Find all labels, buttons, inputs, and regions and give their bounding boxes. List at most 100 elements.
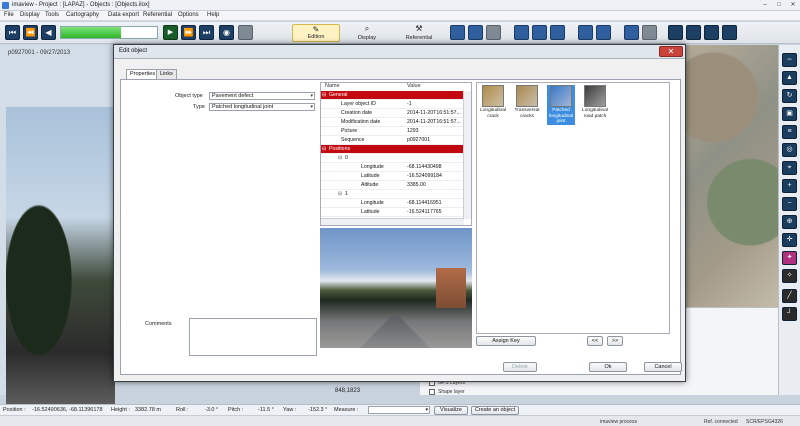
grid-tool-4-icon[interactable] <box>722 25 737 40</box>
menu-data-export[interactable]: Data export <box>108 12 139 18</box>
grid-property-row[interactable]: ⊟ 0 <box>321 154 464 163</box>
measure-select[interactable]: ▾ <box>368 406 430 414</box>
draw-corner-icon[interactable]: ┘ <box>782 307 797 321</box>
grid-section-row[interactable]: ⊟ Positions <box>321 145 464 154</box>
grid-tool-2-icon[interactable] <box>686 25 701 40</box>
collapse-icon[interactable]: ⊟ <box>338 154 342 163</box>
menu-file[interactable]: File <box>4 12 14 18</box>
grid-section-row[interactable]: ⊟ General <box>321 91 464 100</box>
object-street-photo[interactable] <box>320 228 472 348</box>
rotate-icon[interactable]: ↻ <box>782 89 797 103</box>
first-picture-icon[interactable]: ⏮ <box>5 25 20 40</box>
grid-property-row[interactable]: Latitude -16.524117765 <box>321 208 464 217</box>
magnifier-icon: ⌕ <box>364 24 370 33</box>
minimize-button[interactable]: – <box>758 1 772 9</box>
grid-property-row[interactable]: Picture 1293 <box>321 127 464 136</box>
visualize-button[interactable]: Visualize <box>434 406 468 415</box>
view-layout-2-icon[interactable] <box>532 25 547 40</box>
cancel-button[interactable]: Cancel <box>644 362 682 372</box>
poi-icon[interactable]: ✦ <box>782 251 797 265</box>
collapse-icon[interactable]: ⊟ <box>322 91 326 100</box>
zoom-out-icon[interactable]: − <box>782 197 797 211</box>
mode-edition[interactable]: ✎ Edition <box>292 24 340 42</box>
grid-tool-1-icon[interactable] <box>668 25 683 40</box>
mode-display[interactable]: ⌕ Display <box>345 24 389 42</box>
pan-icon[interactable]: ⇔ <box>782 53 797 67</box>
collapse-icon[interactable]: ⊟ <box>322 145 326 154</box>
vehicle-tool-icon[interactable] <box>468 25 483 40</box>
save-icon[interactable] <box>578 25 593 40</box>
catalog-item-longitudinal-road-patch[interactable]: Longitudinal road patch <box>581 85 609 119</box>
grid-property-row[interactable]: Latitude -16.524099184 <box>321 172 464 181</box>
camera-icon[interactable]: ◉ <box>219 25 234 40</box>
maximize-button[interactable]: □ <box>772 1 786 9</box>
zoom-in-icon[interactable]: + <box>782 179 797 193</box>
grid-vertical-scrollbar[interactable] <box>463 91 471 219</box>
catalog-item-patched-longitudinal-joint[interactable]: Patched longitudinal joint <box>547 85 575 125</box>
tab-links[interactable]: Links <box>156 69 177 79</box>
playback-progress-bar[interactable] <box>60 26 158 39</box>
measure-icon[interactable]: ⌖ <box>782 161 797 175</box>
street-photo-left[interactable] <box>6 107 115 422</box>
grid-property-row[interactable]: Layer object ID -1 <box>321 100 464 109</box>
mode-referential[interactable]: ⚒ Referential <box>394 24 444 42</box>
grid-property-row[interactable]: Sequence p0927001 <box>321 136 464 145</box>
grid-horizontal-scrollbar[interactable] <box>321 218 464 225</box>
grid-property-row[interactable]: Altitude 3385.00 <box>321 181 464 190</box>
previous-page-button[interactable]: << <box>587 336 603 346</box>
menu-options[interactable]: Options <box>178 12 199 18</box>
object-type-select[interactable]: Pavement defect ▾ <box>209 92 315 100</box>
search-icon[interactable] <box>238 25 253 40</box>
next-page-button[interactable]: >> <box>607 336 623 346</box>
create-object-button[interactable]: Create an object <box>471 406 519 415</box>
grid-property-row[interactable]: Longitude -68.114416951 <box>321 199 464 208</box>
grid-tool-3-icon[interactable] <box>704 25 719 40</box>
zoom-extent-icon[interactable]: ⊕ <box>782 215 797 229</box>
property-name: Creation date <box>341 110 373 116</box>
menu-cartography[interactable]: Cartography <box>66 12 99 18</box>
list-icon[interactable] <box>642 25 657 40</box>
type-value: Patched longitudinal joint <box>212 104 274 110</box>
grid-property-row[interactable]: ⊟ 1 <box>321 190 464 199</box>
menu-referential[interactable]: Referential <box>143 12 172 18</box>
menu-display[interactable]: Display <box>20 12 40 18</box>
compass-icon[interactable]: ✧ <box>782 269 797 283</box>
previous-picture-icon[interactable]: ◀ <box>41 25 56 40</box>
collapse-icon[interactable]: ⊟ <box>338 190 342 199</box>
rewind-icon[interactable]: ⏪ <box>23 25 38 40</box>
assign-key-button[interactable]: Assign Key <box>476 336 536 346</box>
locate-icon[interactable]: ◎ <box>782 143 797 157</box>
fast-forward-icon[interactable]: ⏩ <box>181 25 196 40</box>
property-value: -68.114416951 <box>407 200 442 206</box>
layer-icon[interactable]: ≡ <box>782 125 797 139</box>
catalog-item-longitudinal-crack[interactable]: Longitudinal crack <box>479 85 507 119</box>
target-icon[interactable]: ✛ <box>782 233 797 247</box>
shape-layer-checkbox[interactable] <box>429 389 435 395</box>
delete-button[interactable]: Delete <box>503 362 537 372</box>
grid-property-row[interactable]: Modification date 2014-11-20T16:51:57... <box>321 118 464 127</box>
menu-help[interactable]: Help <box>207 12 219 18</box>
export-icon[interactable] <box>596 25 611 40</box>
satellite-map[interactable] <box>686 45 778 307</box>
type-select[interactable]: Patched longitudinal joint ▾ <box>209 103 315 111</box>
catalog-item-transversal-cracks[interactable]: Transversal cracks <box>513 85 541 119</box>
last-picture-icon[interactable]: ⏭ <box>199 25 214 40</box>
add-tool-icon[interactable] <box>486 25 501 40</box>
dialog-close-button[interactable]: ✕ <box>659 46 683 57</box>
fit-icon[interactable]: ▣ <box>782 107 797 121</box>
position-label: Position : <box>3 407 26 413</box>
property-name: 0 <box>345 155 348 161</box>
view-layout-3-icon[interactable] <box>550 25 565 40</box>
layers-tool-icon[interactable] <box>450 25 465 40</box>
edit-object-icon[interactable] <box>624 25 639 40</box>
grid-property-row[interactable]: Longitude -68.114430498 <box>321 163 464 172</box>
comments-textarea[interactable] <box>189 318 317 356</box>
north-icon[interactable]: ▲ <box>782 71 797 85</box>
menu-tools[interactable]: Tools <box>45 12 59 18</box>
draw-line-icon[interactable]: ╱ <box>782 289 797 303</box>
view-layout-1-icon[interactable] <box>514 25 529 40</box>
play-icon[interactable]: ▶ <box>163 25 178 40</box>
close-window-button[interactable]: ✕ <box>786 1 800 9</box>
ok-button[interactable]: Ok <box>589 362 627 372</box>
grid-property-row[interactable]: Creation date 2014-11-20T16:51:57... <box>321 109 464 118</box>
